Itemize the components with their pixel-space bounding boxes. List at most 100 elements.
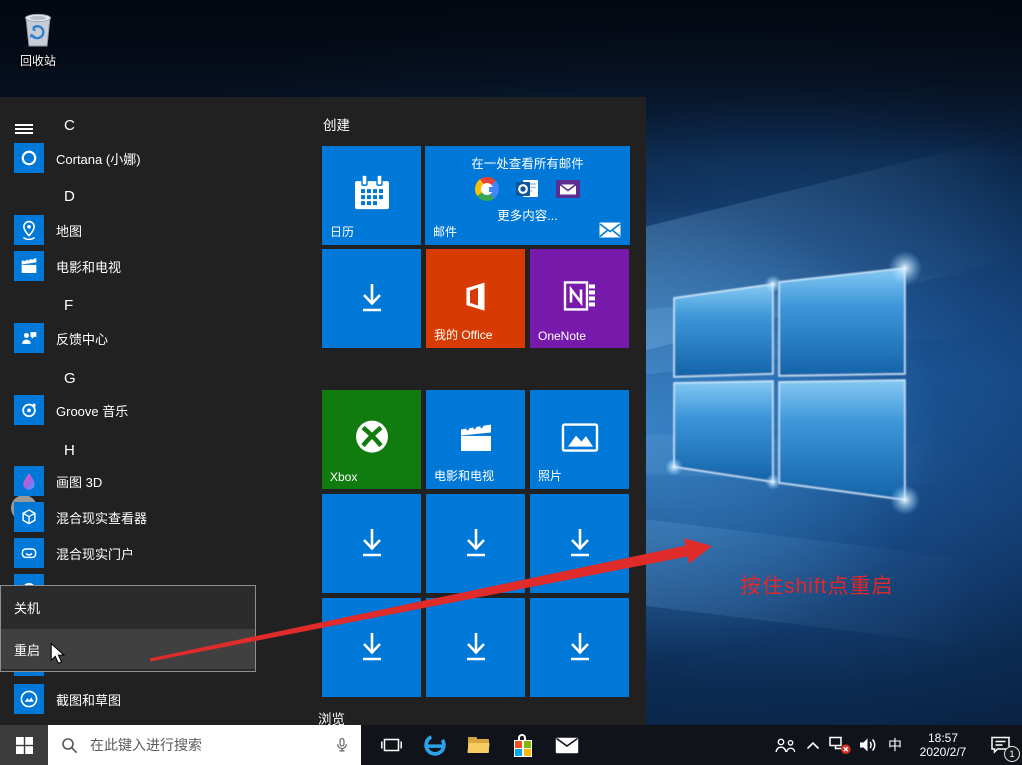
download-icon (564, 527, 596, 561)
calendar-icon (353, 175, 391, 211)
app-item-feedback-hub[interactable]: 反馈中心 (0, 321, 266, 355)
search-input[interactable] (88, 736, 323, 754)
network-status-button[interactable] (826, 725, 854, 765)
app-item-groove-music[interactable]: Groove 音乐 (0, 393, 266, 427)
app-label: 截图和草图 (56, 690, 121, 709)
download-icon (356, 527, 388, 561)
groove-music-icon (14, 395, 44, 425)
mail-providers (425, 177, 630, 201)
action-center-button[interactable]: 1 (978, 725, 1022, 765)
app-label: 画图 3D (56, 472, 102, 491)
purple-mail-icon (556, 180, 580, 199)
volume-icon (859, 737, 878, 753)
cortana-icon (14, 143, 44, 173)
power-menu-popup: 关机 重启 (0, 585, 256, 672)
power-menu-restart[interactable]: 重启 (1, 629, 255, 669)
paint-3d-icon (14, 466, 44, 496)
tile-download-placeholder[interactable] (426, 494, 525, 593)
clock-date: 2020/2/7 (920, 745, 967, 759)
app-list-letter-d[interactable]: D (64, 188, 75, 205)
edge-icon (422, 732, 448, 758)
tile-group-title-create[interactable]: 创建 (323, 114, 350, 134)
snip-sketch-icon (14, 684, 44, 714)
windows-logo-icon (16, 737, 33, 754)
people-icon (775, 738, 797, 753)
tile-photos[interactable]: 照片 (530, 390, 629, 489)
clock-time: 18:57 (920, 731, 967, 745)
app-list-letter-c[interactable]: C (64, 117, 75, 134)
app-label: 混合现实查看器 (56, 508, 147, 527)
task-view-button[interactable] (369, 725, 413, 765)
tile-label: 日历 (330, 223, 354, 240)
app-item-cortana[interactable]: Cortana (小娜) (0, 141, 266, 175)
tray-expand-button[interactable] (800, 725, 826, 765)
tile-download-placeholder[interactable] (322, 249, 421, 348)
app-item-mixed-reality-portal[interactable]: 混合现实门户 (0, 536, 266, 570)
movies-tv-icon (457, 421, 495, 453)
tile-download-placeholder[interactable] (530, 494, 629, 593)
tile-xbox[interactable]: Xbox (322, 390, 421, 489)
people-button[interactable] (772, 725, 800, 765)
app-label: 反馈中心 (56, 329, 108, 348)
taskbar-clock[interactable]: 18:57 2020/2/7 (908, 725, 978, 765)
tile-movies-tv[interactable]: 电影和电视 (426, 390, 525, 489)
network-disconnected-icon (829, 736, 852, 755)
tile-download-placeholder[interactable] (426, 598, 525, 697)
tile-mail[interactable]: 在一处查看所有邮件 更多内容... 邮件 (425, 146, 630, 245)
mail-app-button[interactable] (545, 725, 589, 765)
download-icon (356, 631, 388, 665)
recycle-bin-icon[interactable]: 回收站 (10, 8, 66, 69)
tile-label: 邮件 (433, 223, 457, 240)
store-icon (514, 734, 532, 757)
ime-indicator[interactable]: 中 (882, 725, 908, 765)
tile-label: Xbox (330, 470, 357, 484)
hamburger-icon (15, 122, 33, 136)
power-menu-shutdown[interactable]: 关机 (1, 586, 255, 629)
tile-download-placeholder[interactable] (530, 598, 629, 697)
app-label: 混合现实门户 (56, 544, 134, 563)
tile-download-placeholder[interactable] (322, 598, 421, 697)
outlook-icon (514, 177, 541, 201)
download-icon (564, 631, 596, 665)
edge-browser-button[interactable] (413, 725, 457, 765)
app-item-maps[interactable]: 地图 (0, 213, 266, 247)
tile-download-placeholder[interactable] (322, 494, 421, 593)
tile-label: 我的 Office (434, 326, 492, 343)
app-item-movies-tv[interactable]: 电影和电视 (0, 249, 266, 283)
app-list-letter-h[interactable]: H (64, 442, 75, 459)
desktop-screen: 回收站 C Cortana (小娜) (0, 0, 1022, 765)
microphone-icon[interactable] (335, 736, 349, 754)
tile-calendar[interactable]: 日历 (322, 146, 421, 245)
tile-label: 电影和电视 (434, 467, 494, 484)
office-icon (463, 281, 489, 311)
app-label: Groove 音乐 (56, 401, 128, 420)
app-label: 地图 (56, 221, 82, 240)
app-item-paint-3d[interactable]: 画图 3D (0, 464, 266, 498)
taskbar-search-box[interactable] (48, 725, 361, 765)
recycle-bin-glyph (16, 8, 60, 50)
store-button[interactable] (501, 725, 545, 765)
recycle-bin-label: 回收站 (10, 52, 66, 69)
search-icon (61, 737, 78, 754)
windows-logo-wallpaper (646, 240, 946, 530)
feedback-hub-icon (14, 323, 44, 353)
volume-button[interactable] (854, 725, 882, 765)
chevron-up-icon (806, 741, 820, 750)
app-item-snip-sketch[interactable]: 截图和草图 (0, 682, 266, 716)
app-list-letter-g[interactable]: G (64, 370, 76, 387)
app-list-letter-f[interactable]: F (64, 297, 73, 314)
file-explorer-button[interactable] (457, 725, 501, 765)
tile-onenote[interactable]: OneNote (530, 249, 629, 348)
app-item-mixed-reality-viewer[interactable]: 混合现实查看器 (0, 500, 266, 534)
start-button[interactable] (0, 725, 48, 765)
xbox-icon (351, 415, 393, 457)
tile-label: 照片 (538, 467, 562, 484)
tile-label: OneNote (538, 329, 586, 343)
mail-icon (555, 737, 579, 754)
envelope-icon (599, 222, 621, 238)
tile-my-office[interactable]: 我的 Office (426, 249, 525, 348)
taskbar: 中 18:57 2020/2/7 1 (0, 725, 1022, 765)
notification-badge: 1 (1004, 746, 1020, 762)
annotation-text: 按住shift点重启 (740, 570, 894, 600)
task-view-icon (381, 736, 402, 754)
